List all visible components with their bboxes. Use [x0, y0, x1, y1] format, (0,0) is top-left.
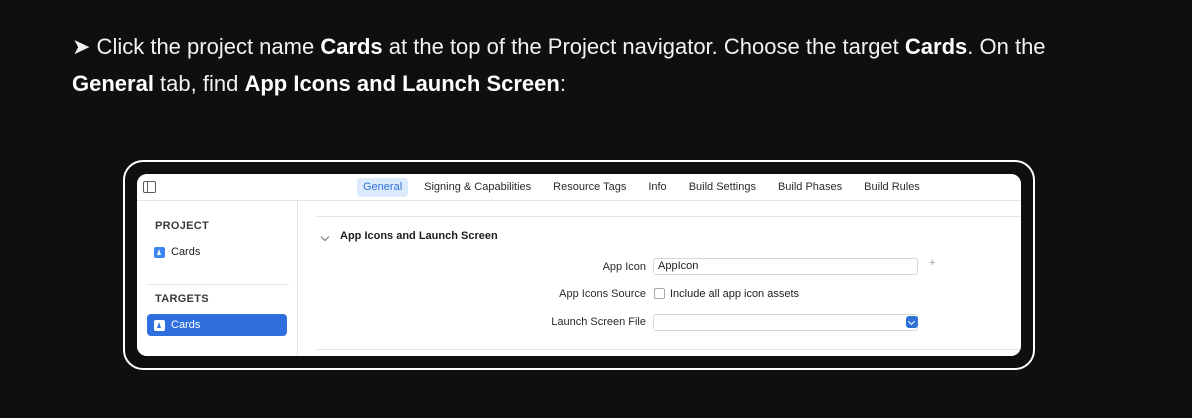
- popup-chevron-icon[interactable]: [906, 316, 918, 328]
- section-divider-top: [316, 216, 1021, 217]
- app-icons-source-label: App Icons Source: [559, 288, 646, 300]
- sidebar-divider: [147, 284, 289, 285]
- instruction-bold-project: Cards: [320, 34, 383, 59]
- instruction-bold-target: Cards: [904, 34, 968, 59]
- tab-build-settings[interactable]: Build Settings: [683, 178, 762, 197]
- tab-general[interactable]: General: [357, 178, 409, 197]
- include-all-checkbox[interactable]: [654, 288, 665, 299]
- sidebar-item-target-cards[interactable]: Cards: [147, 314, 287, 336]
- sidebar-item-project-cards[interactable]: Cards: [147, 241, 287, 263]
- add-icon[interactable]: +: [929, 257, 935, 269]
- tab-build-phases[interactable]: Build Phases: [772, 178, 848, 197]
- app-icon-field[interactable]: AppIcon: [653, 258, 918, 275]
- chevron-down-icon[interactable]: [320, 232, 330, 242]
- xcode-window: General Signing & Capabilities Resource …: [137, 174, 1021, 356]
- tab-signing-capabilities[interactable]: Signing & Capabilities: [418, 178, 537, 197]
- sidebar-toggle-icon[interactable]: [143, 181, 156, 193]
- instruction-part: Click the project name: [90, 34, 321, 59]
- project-sidebar: PROJECT Cards TARGETS Cards: [137, 201, 298, 356]
- instruction-bold-tab: General: [72, 71, 154, 96]
- section-title: App Icons and Launch Screen: [340, 230, 498, 242]
- instruction-text: ➤ Click the project name Cards at the to…: [72, 28, 1122, 102]
- tab-build-rules[interactable]: Build Rules: [858, 178, 926, 197]
- tab-resource-tags[interactable]: Resource Tags: [547, 178, 632, 197]
- editor-toolbar: General Signing & Capabilities Resource …: [137, 174, 1021, 201]
- instruction-part: . On the: [967, 34, 1046, 59]
- sidebar-item-label: Cards: [171, 246, 201, 258]
- app-target-icon: [154, 319, 165, 331]
- launch-screen-popup[interactable]: [653, 314, 918, 331]
- editor-tabs: General Signing & Capabilities Resource …: [357, 178, 936, 197]
- instruction-bold-section: App Icons and Launch Screen: [244, 71, 560, 96]
- app-icon-label: App Icon: [602, 261, 646, 273]
- sidebar-item-label: Cards: [171, 319, 201, 331]
- section-divider-bottom: [316, 349, 1021, 350]
- instruction-part: at the top of the Project navigator. Cho…: [382, 34, 905, 59]
- instruction-part: tab, find: [153, 71, 245, 96]
- bullet-arrow-icon: ➤: [72, 34, 91, 59]
- instruction-part: :: [559, 71, 566, 96]
- app-project-icon: [154, 246, 165, 258]
- launch-screen-label: Launch Screen File: [551, 316, 646, 328]
- project-section-header: PROJECT: [155, 220, 210, 232]
- general-settings-pane: App Icons and Launch Screen App Icon App…: [298, 201, 1021, 356]
- targets-section-header: TARGETS: [155, 293, 209, 305]
- include-all-label: Include all app icon assets: [670, 288, 800, 300]
- tab-info[interactable]: Info: [642, 178, 672, 197]
